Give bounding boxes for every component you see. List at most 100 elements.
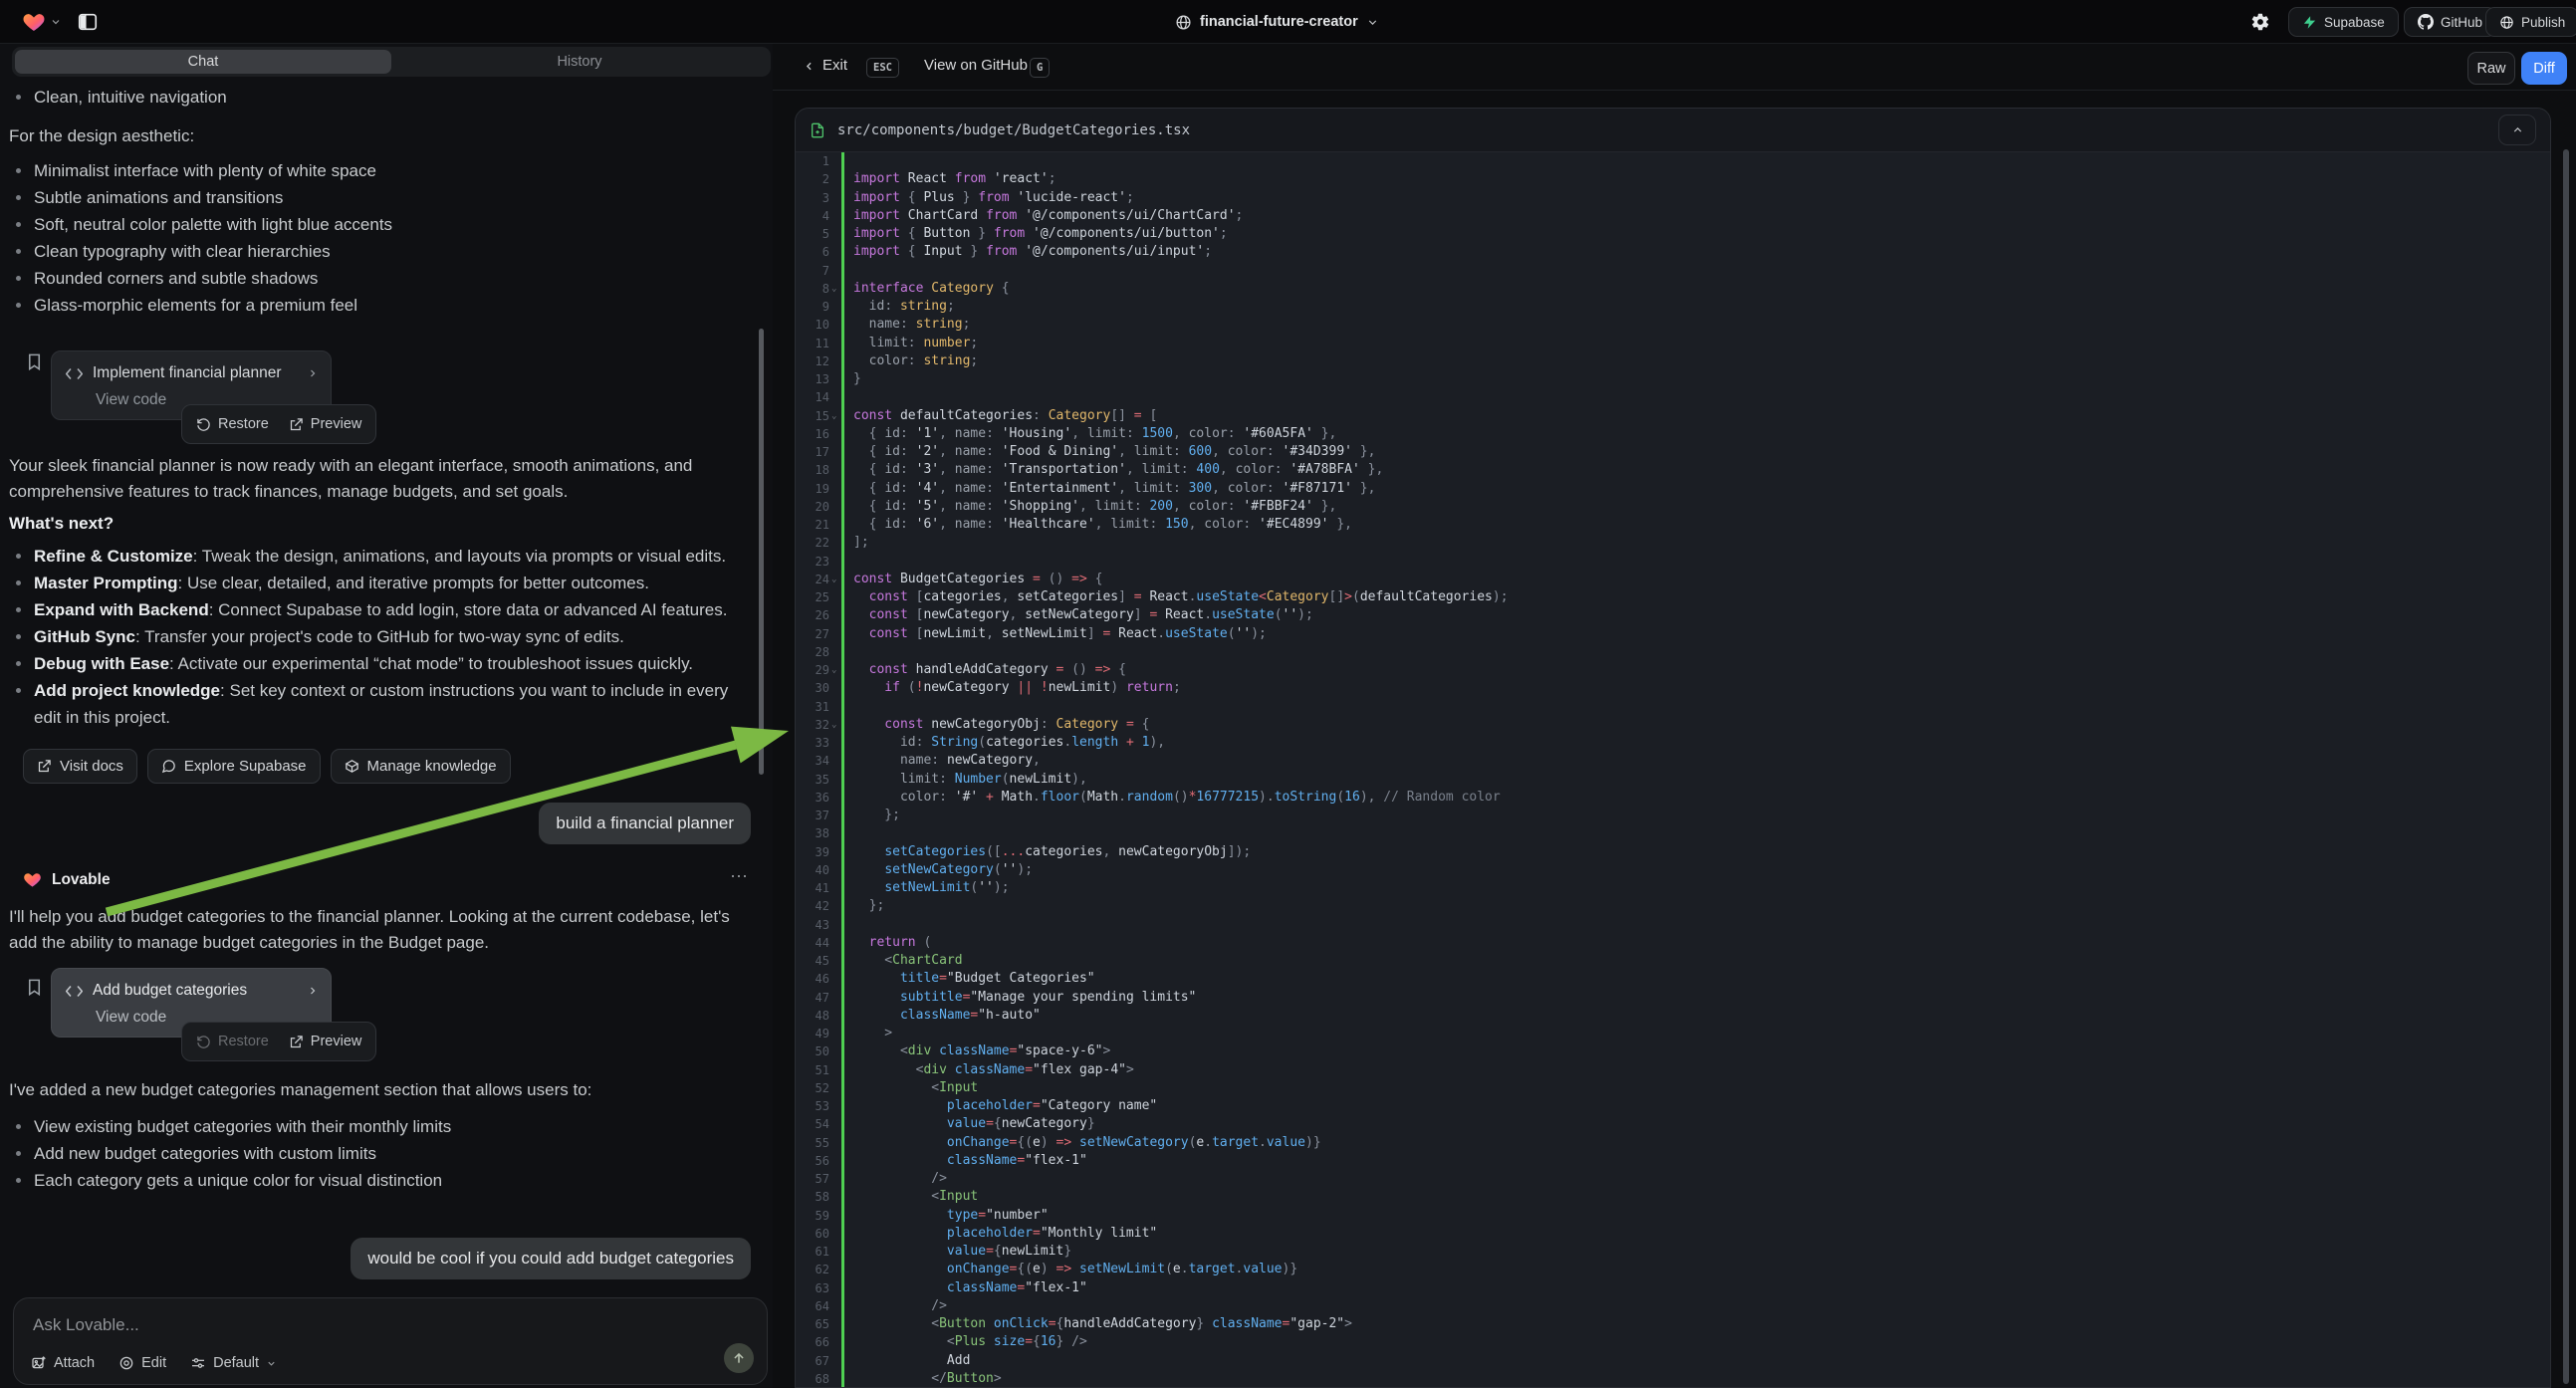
explore-supabase-button[interactable]: Explore Supabase (147, 749, 321, 784)
supabase-button[interactable]: Supabase (2288, 7, 2399, 37)
code-line: 1 (796, 152, 2550, 170)
code-editor[interactable]: 12import React from 'react';3import { Pl… (796, 152, 2550, 1388)
assistant-header: Lovable (23, 870, 111, 889)
code-line: 4import ChartCard from '@/components/ui/… (796, 207, 2550, 225)
fold-chevron-icon[interactable]: ⌄ (831, 407, 836, 425)
code-line: 33 id: String(categories.length + 1), (796, 734, 2550, 752)
manage-knowledge-button[interactable]: Manage knowledge (331, 749, 511, 784)
code-scrollbar[interactable] (2563, 149, 2569, 1384)
aesthetic-bullet-list: Minimalist interface with plenty of whit… (0, 157, 737, 319)
prompt-input[interactable]: Ask Lovable... Attach Edit Default (13, 1297, 768, 1385)
view-on-github-button[interactable]: View on GitHub (924, 57, 1028, 74)
code-line: 31 (796, 698, 2550, 716)
list-item: Minimalist interface with plenty of whit… (0, 157, 737, 184)
edit-button[interactable]: Edit (118, 1355, 166, 1371)
logo-chevron-down-icon[interactable] (50, 16, 62, 28)
list-item: Expand with Backend: Connect Supabase to… (0, 596, 735, 623)
code-line: 12 color: string; (796, 352, 2550, 370)
send-button[interactable] (724, 1343, 754, 1373)
code-brackets-icon (66, 367, 83, 380)
code-line: 37 }; (796, 807, 2550, 824)
code-line: 60 placeholder="Monthly limit" (796, 1225, 2550, 1243)
assistant-name: Lovable (52, 871, 111, 889)
user-message-bubble: build a financial planner (539, 803, 751, 844)
diff-toggle-button[interactable]: Diff (2521, 52, 2567, 85)
code-line: 36 color: '#' + Math.floor(Math.random()… (796, 789, 2550, 807)
project-selector[interactable]: financial-future-creator (1175, 10, 1379, 34)
tab-chat[interactable]: Chat (15, 50, 391, 74)
code-line: 27 const [newLimit, setNewLimit] = React… (796, 625, 2550, 643)
code-line: 7 (796, 262, 2550, 280)
publish-button[interactable]: Publish (2485, 7, 2576, 37)
added-bullet-list: View existing budget categories with the… (0, 1113, 737, 1194)
tab-history[interactable]: History (391, 50, 768, 74)
lovable-logo-icon[interactable] (22, 10, 46, 34)
chat-history-tabs: Chat History (12, 47, 771, 77)
code-panel: Exit ESC View on GitHub G Raw Diff src/c… (773, 44, 2576, 1388)
code-line: 16 { id: '1', name: 'Housing', limit: 15… (796, 425, 2550, 443)
fold-chevron-icon[interactable]: ⌄ (831, 661, 836, 679)
list-item: Soft, neutral color palette with light b… (0, 211, 737, 238)
code-line: 50 <div className="space-y-6"> (796, 1042, 2550, 1060)
code-line: 67 Add (796, 1352, 2550, 1370)
esc-key-badge: ESC (866, 58, 899, 78)
code-line: 6import { Input } from '@/components/ui/… (796, 243, 2550, 261)
aesthetic-heading: For the design aesthetic: (9, 123, 194, 149)
restore-button[interactable]: Restore (196, 416, 269, 432)
bookmark-icon[interactable] (25, 978, 44, 997)
raw-toggle-button[interactable]: Raw (2467, 52, 2515, 85)
collapse-file-button[interactable] (2498, 115, 2536, 145)
code-line: 14 (796, 388, 2550, 406)
project-name: financial-future-creator (1200, 14, 1358, 30)
model-mode-select[interactable]: Default (190, 1355, 277, 1371)
message-bubble-icon (161, 759, 176, 774)
list-item: View existing budget categories with the… (0, 1113, 737, 1140)
github-button[interactable]: GitHub (2404, 7, 2496, 37)
bookmark-icon[interactable] (25, 352, 44, 371)
file-path-bar[interactable]: src/components/budget/BudgetCategories.t… (796, 109, 2550, 152)
attach-button[interactable]: Attach (31, 1355, 95, 1371)
code-line: 52 <Input (796, 1079, 2550, 1097)
whats-next-heading: What's next? (9, 514, 114, 534)
code-line: 40 setNewCategory(''); (796, 861, 2550, 879)
fold-chevron-icon[interactable]: ⌄ (831, 280, 836, 298)
code-line: 38 (796, 824, 2550, 842)
code-line: 56 className="flex-1" (796, 1152, 2550, 1170)
code-line: 19 { id: '4', name: 'Entertainment', lim… (796, 480, 2550, 498)
settings-gear-button[interactable] (2246, 8, 2274, 36)
code-line: 45 <ChartCard (796, 952, 2550, 970)
message-more-options-icon[interactable]: ⋯ (730, 866, 750, 887)
chat-scrollbar[interactable] (759, 329, 764, 775)
exit-button[interactable]: Exit (822, 57, 847, 74)
code-line: 8⌄interface Category { (796, 280, 2550, 298)
code-line: 26 const [newCategory, setNewCategory] =… (796, 606, 2550, 624)
user-message-bubble: would be cool if you could add budget ca… (351, 1238, 751, 1279)
prompt-placeholder: Ask Lovable... (33, 1315, 139, 1335)
code-line: 3import { Plus } from 'lucide-react'; (796, 189, 2550, 207)
code-line: 15⌄const defaultCategories: Category[] =… (796, 407, 2550, 425)
code-line: 35 limit: Number(newLimit), (796, 771, 2550, 789)
preview-button[interactable]: Preview (289, 1034, 362, 1049)
code-line: 53 placeholder="Category name" (796, 1097, 2550, 1115)
chevron-left-icon[interactable] (803, 60, 816, 73)
chat-panel: Chat History Clean, intuitive navigation… (0, 44, 773, 1388)
publish-globe-icon (2499, 15, 2514, 30)
code-line: 21 { id: '6', name: 'Healthcare', limit:… (796, 516, 2550, 534)
code-brackets-icon (66, 985, 83, 998)
preview-button[interactable]: Preview (289, 416, 362, 432)
sidebar-toggle-button[interactable] (74, 8, 102, 36)
code-line: 44 return ( (796, 934, 2550, 952)
quick-action-buttons: Visit docs Explore Supabase Manage knowl… (23, 749, 511, 784)
visit-docs-button[interactable]: Visit docs (23, 749, 137, 784)
restore-button-disabled: Restore (196, 1034, 269, 1049)
code-line: 62 onChange={(e) => setNewLimit(e.target… (796, 1261, 2550, 1278)
top-bar: financial-future-creator Supabase GitHub… (0, 0, 2576, 44)
version-actions: Restore Preview (181, 1022, 376, 1061)
code-line: 18 { id: '3', name: 'Transportation', li… (796, 461, 2550, 479)
fold-chevron-icon[interactable]: ⌄ (831, 571, 836, 588)
list-item: Glass-morphic elements for a premium fee… (0, 292, 737, 319)
fold-chevron-icon[interactable]: ⌄ (831, 716, 836, 734)
code-header: Exit ESC View on GitHub G Raw Diff (773, 44, 2576, 91)
code-file-card: src/components/budget/BudgetCategories.t… (795, 108, 2551, 1388)
chevron-right-icon (307, 367, 319, 379)
